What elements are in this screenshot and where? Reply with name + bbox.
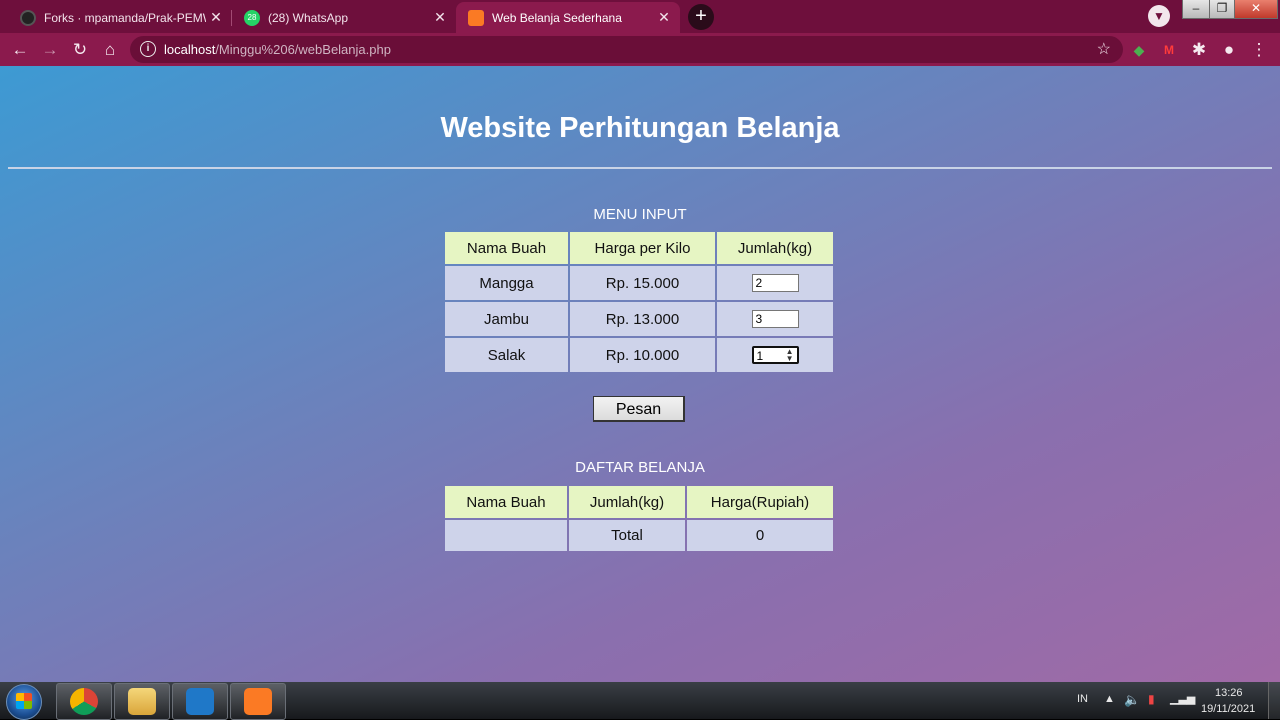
maximize-button[interactable]: ❐	[1209, 0, 1235, 19]
home-icon[interactable]: ⌂	[99, 39, 121, 61]
back-icon[interactable]: ←	[9, 39, 31, 61]
column-header: Jumlah(kg)	[717, 232, 833, 264]
close-icon[interactable]: ✕	[430, 9, 450, 26]
menu-input-table: Nama Buah Harga per Kilo Jumlah(kg) Mang…	[443, 230, 835, 374]
url-text: localhost/Minggu%206/webBelanja.php	[164, 42, 391, 57]
qty-cell: 1 ▲ ▼	[717, 338, 833, 372]
profile-avatar-icon[interactable]: ●	[1218, 39, 1240, 61]
xampp-icon	[468, 9, 484, 26]
fruit-name: Jambu	[445, 302, 568, 336]
network-signal-icon[interactable]: ▁▃▅	[1170, 692, 1195, 705]
page-title: Website Perhitungan Belanja	[440, 112, 840, 144]
daftar-belanja-table: Nama Buah Jumlah(kg) Harga(Rupiah) Total…	[443, 484, 835, 553]
column-header: Jumlah(kg)	[569, 486, 685, 518]
start-button[interactable]	[6, 684, 42, 720]
total-value: 0	[687, 520, 833, 551]
taskbar-explorer[interactable]	[114, 683, 170, 720]
extension-icon[interactable]: M	[1158, 39, 1180, 61]
extensions-puzzle-icon[interactable]: ✱	[1188, 39, 1210, 61]
column-header: Harga(Rupiah)	[687, 486, 833, 518]
column-header: Nama Buah	[445, 232, 568, 264]
show-hidden-icons-icon[interactable]: ▲	[1104, 693, 1115, 705]
qty-cell: 2	[717, 266, 833, 300]
qty-input-mangga[interactable]: 2	[751, 274, 799, 293]
address-bar[interactable]: i localhost/Minggu%206/webBelanja.php ☆	[130, 36, 1123, 63]
column-header: Nama Buah	[445, 486, 567, 518]
divider	[8, 167, 1272, 169]
tab-strip: Forks · mpamanda/Prak-PEMWEB ✕ 28 (28) W…	[0, 0, 1280, 33]
new-tab-button[interactable]: +	[688, 4, 714, 30]
spinner-arrows-icon[interactable]: ▲ ▼	[786, 348, 794, 363]
tab-web-belanja[interactable]: Web Belanja Sederhana ✕	[456, 2, 680, 33]
taskbar-chrome[interactable]	[56, 683, 112, 720]
column-header: Harga per Kilo	[570, 232, 715, 264]
total-row: Total 0	[445, 520, 833, 551]
tab-title: Forks · mpamanda/Prak-PEMWEB	[44, 10, 206, 25]
close-window-button[interactable]: ✕	[1234, 0, 1278, 19]
total-label: Total	[569, 520, 685, 551]
tab-search-icon[interactable]: ▼	[1148, 5, 1170, 27]
table-row: Jambu Rp. 13.000 3	[445, 302, 833, 336]
battery-icon[interactable]: ▮	[1148, 692, 1155, 706]
bookmark-star-icon[interactable]: ☆	[1097, 39, 1111, 59]
menu-kebab-icon[interactable]: ⋮	[1248, 39, 1270, 61]
tab-whatsapp[interactable]: 28 (28) WhatsApp ✕	[232, 2, 456, 33]
whatsapp-icon: 28	[244, 9, 260, 26]
qty-value: 1	[756, 349, 764, 364]
taskbar-vscode[interactable]	[172, 683, 228, 720]
pesan-button[interactable]: Pesan	[593, 396, 685, 422]
page-content: Website Perhitungan Belanja MENU INPUT N…	[0, 66, 1280, 682]
clock-date[interactable]: 19/11/2021	[1201, 703, 1255, 715]
tab-title: (28) WhatsApp	[268, 10, 349, 25]
taskbar: IN ▲ 🔈 ▮ ▁▃▅ 13:26 19/11/2021	[0, 682, 1280, 720]
extension-icon[interactable]: ◆	[1128, 39, 1150, 61]
qty-input-jambu[interactable]: 3	[751, 310, 799, 329]
chrome-icon	[70, 688, 98, 715]
fruit-price: Rp. 10.000	[570, 338, 715, 372]
fruit-name: Mangga	[445, 266, 568, 300]
empty-cell	[445, 520, 567, 551]
vscode-icon	[186, 688, 214, 715]
menu-input-caption: MENU INPUT	[593, 206, 687, 223]
qty-stepper-salak[interactable]: 1 ▲ ▼	[751, 346, 799, 365]
browser-toolbar: ← → ↻ ⌂ i localhost/Minggu%206/webBelanj…	[0, 33, 1280, 66]
tab-github[interactable]: Forks · mpamanda/Prak-PEMWEB ✕	[8, 2, 232, 33]
table-row: Salak Rp. 10.000 1 ▲ ▼	[445, 338, 833, 372]
minimize-button[interactable]: –	[1182, 0, 1210, 19]
reload-icon[interactable]: ↻	[69, 39, 91, 61]
xampp-icon	[244, 688, 272, 715]
fruit-price: Rp. 13.000	[570, 302, 715, 336]
volume-icon[interactable]: 🔈	[1124, 692, 1140, 708]
fruit-price: Rp. 15.000	[570, 266, 715, 300]
taskbar-xampp[interactable]	[230, 683, 286, 720]
table-row: Mangga Rp. 15.000 2	[445, 266, 833, 300]
qty-cell: 3	[717, 302, 833, 336]
github-icon	[20, 9, 36, 26]
close-icon[interactable]: ✕	[206, 9, 226, 26]
fruit-name: Salak	[445, 338, 568, 372]
clock-time[interactable]: 13:26	[1215, 687, 1243, 699]
windows-logo-icon	[16, 693, 32, 709]
folder-icon	[128, 688, 156, 715]
close-icon[interactable]: ✕	[654, 9, 674, 26]
language-indicator[interactable]: IN	[1077, 693, 1088, 705]
site-info-icon[interactable]: i	[140, 41, 156, 57]
show-desktop-button[interactable]	[1268, 682, 1280, 719]
tab-title: Web Belanja Sederhana	[492, 10, 622, 25]
daftar-belanja-caption: DAFTAR BELANJA	[575, 459, 705, 476]
forward-icon[interactable]: →	[39, 39, 61, 61]
